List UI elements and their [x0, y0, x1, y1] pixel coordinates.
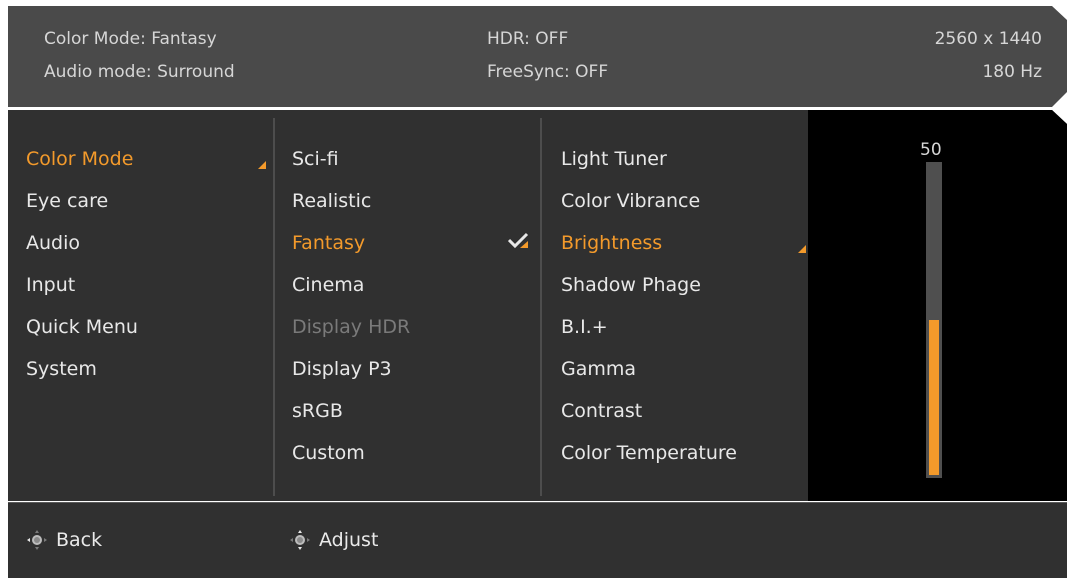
mode-item-cinema[interactable]: Cinema: [292, 274, 364, 296]
freesync-status: FreeSync: OFF: [487, 62, 609, 82]
mode-item-realistic[interactable]: Realistic: [292, 190, 371, 212]
refresh-rate-status: 180 Hz: [982, 62, 1042, 82]
menu-item-system[interactable]: System: [26, 358, 97, 380]
color-mode-list: Sci-fi Realistic Fantasy Cinema Display …: [274, 110, 541, 501]
menu-item-eye-care[interactable]: Eye care: [26, 190, 108, 212]
mode-item-srgb[interactable]: sRGB: [292, 400, 343, 422]
menu-item-audio[interactable]: Audio: [26, 232, 80, 254]
resolution-status: 2560 x 1440: [934, 29, 1042, 49]
setting-item-shadow-phage[interactable]: Shadow Phage: [561, 274, 701, 296]
menu-body: Color Mode Eye care Audio Input Quick Me…: [8, 110, 1067, 501]
slider-fill: [929, 320, 939, 475]
menu-item-input[interactable]: Input: [26, 274, 75, 296]
mode-item-display-hdr: Display HDR: [292, 316, 411, 338]
menu-item-quick-menu[interactable]: Quick Menu: [26, 316, 138, 338]
mode-item-display-p3[interactable]: Display P3: [292, 358, 392, 380]
submenu-arrow-icon: [798, 245, 806, 253]
setting-item-light-tuner[interactable]: Light Tuner: [561, 148, 667, 170]
brightness-slider-panel: 50: [808, 110, 1067, 501]
color-mode-status: Color Mode: Fantasy: [44, 29, 217, 49]
joystick-left-icon: [27, 530, 47, 550]
joystick-up-down-icon: [290, 530, 310, 550]
main-menu: Color Mode Eye care Audio Input Quick Me…: [8, 110, 273, 501]
adjust-label: Adjust: [319, 529, 379, 551]
submenu-arrow-icon: [258, 161, 266, 169]
osd-menu: Color Mode: Fantasy Audio mode: Surround…: [8, 6, 1067, 578]
back-label: Back: [56, 529, 103, 551]
menu-item-color-mode[interactable]: Color Mode: [26, 148, 133, 170]
mode-item-fantasy[interactable]: Fantasy: [292, 232, 365, 254]
setting-item-contrast[interactable]: Contrast: [561, 400, 642, 422]
slider-value: 50: [920, 140, 942, 160]
audio-mode-status: Audio mode: Surround: [44, 62, 235, 82]
mode-item-custom[interactable]: Custom: [292, 442, 365, 464]
status-header: Color Mode: Fantasy Audio mode: Surround…: [8, 6, 1067, 107]
back-hint[interactable]: Back: [26, 527, 102, 553]
setting-item-color-temperature[interactable]: Color Temperature: [561, 442, 737, 464]
setting-item-gamma[interactable]: Gamma: [561, 358, 636, 380]
footer-bar: Back Adjust: [8, 502, 1067, 578]
settings-list: Light Tuner Color Vibrance Brightness Sh…: [542, 110, 808, 501]
checkmark-icon: [507, 232, 529, 249]
setting-item-color-vibrance[interactable]: Color Vibrance: [561, 190, 700, 212]
setting-item-brightness[interactable]: Brightness: [561, 232, 662, 254]
adjust-hint[interactable]: Adjust: [289, 527, 378, 553]
brightness-slider[interactable]: [926, 162, 942, 478]
mode-item-sci-fi[interactable]: Sci-fi: [292, 148, 339, 170]
hdr-status: HDR: OFF: [487, 29, 569, 49]
setting-item-bi-plus[interactable]: B.I.+: [561, 316, 608, 338]
